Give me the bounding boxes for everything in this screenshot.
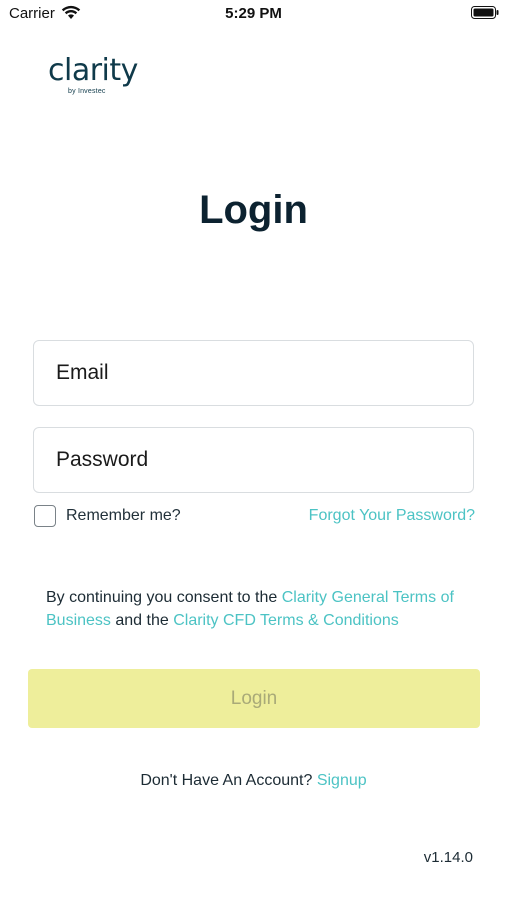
- signup-row: Don't Have An Account? Signup: [0, 772, 507, 790]
- password-field[interactable]: [34, 428, 473, 492]
- clarity-logo: clarity by Investec: [48, 54, 148, 100]
- consent-prefix: By continuing you consent to the: [46, 589, 282, 606]
- consent-text: By continuing you consent to the Clarity…: [46, 586, 466, 632]
- email-field[interactable]: [34, 341, 473, 405]
- forgot-password-link[interactable]: Forgot Your Password?: [309, 507, 475, 525]
- email-field-container: [33, 340, 474, 406]
- login-button[interactable]: Login: [28, 669, 480, 728]
- password-field-container: [33, 427, 474, 493]
- logo-wordmark: clarity: [48, 53, 138, 88]
- logo-subtitle: by Investec: [68, 88, 106, 95]
- clock: 5:29 PM: [225, 5, 282, 22]
- signup-prompt: Don't Have An Account?: [140, 772, 317, 789]
- signup-link[interactable]: Signup: [317, 772, 367, 789]
- app-version: v1.14.0: [423, 849, 473, 866]
- battery-icon: [471, 6, 499, 19]
- status-bar: Carrier 5:29 PM: [0, 0, 507, 28]
- remember-me-label[interactable]: Remember me?: [66, 507, 181, 525]
- page-title: Login: [199, 188, 308, 232]
- consent-middle: and the: [110, 612, 174, 629]
- cfd-terms-link[interactable]: Clarity CFD Terms & Conditions: [173, 612, 399, 629]
- remember-me-checkbox[interactable]: [34, 505, 56, 527]
